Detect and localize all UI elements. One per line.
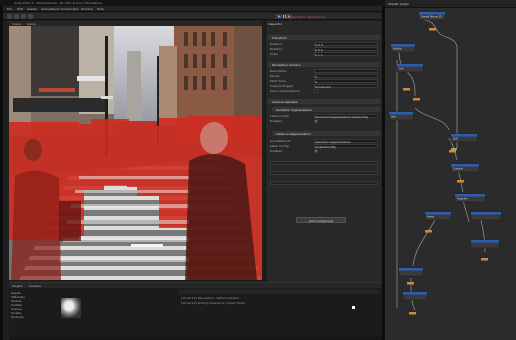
show-visualizations-checkbox[interactable] (314, 89, 318, 93)
node-graph-canvas[interactable]: Sample Texture 2D Multiply Add Lerp Spli… (385, 8, 516, 340)
row-instance-enabled: Enabled (270, 149, 380, 153)
graph-title: Shader Graph (388, 2, 409, 6)
menu-component[interactable]: Component (61, 7, 78, 11)
menu-assets[interactable]: Assets (27, 7, 37, 11)
row-divider-1 (270, 161, 380, 165)
menu-file[interactable]: File (7, 7, 12, 11)
row-capture-trigger: Capture Trigger Scheduled (270, 84, 380, 89)
enabled-checkbox[interactable] (314, 119, 318, 123)
node-multiply: Multiply (393, 48, 402, 51)
label-config-field[interactable]: SemanticSegmentationLabelConfig (314, 114, 378, 119)
bottom-panels: Project Console Assets Materials Models … (9, 282, 382, 340)
tree-item-textures[interactable]: Textures (11, 315, 51, 319)
inspector-panel: Inspector Transform Position 0 0 0 Rotati… (265, 21, 382, 291)
rotation-field[interactable]: 0 0 0 (314, 47, 378, 52)
section-transform[interactable]: Transform (268, 35, 380, 40)
row-description: Description (270, 69, 380, 73)
annotation-id-field[interactable]: semantic segmentation (314, 139, 378, 144)
row-rotation: Rotation 0 0 0 (270, 47, 380, 52)
node-split: Split (453, 138, 458, 141)
game-viewport[interactable] (9, 26, 262, 280)
period-field[interactable]: 0 (314, 74, 378, 79)
window-title: Unity 2021.3 - SampleScene - PC, Mac & L… (14, 1, 102, 5)
move-tool-icon[interactable] (14, 14, 19, 19)
tab-console[interactable]: Console (29, 284, 41, 288)
project-tree: Assets Materials Models Prefabs Scenes S… (11, 291, 51, 319)
section-semantic-segmentation[interactable]: Semantic Segmentation (272, 107, 380, 112)
row-show-visualizations: Show Visualizations (270, 89, 380, 93)
row-enabled: Enabled (270, 119, 380, 123)
menu-edit[interactable]: Edit (17, 7, 23, 11)
row-start-time: Start Time 0 (270, 79, 380, 84)
bottom-tabs: Project Console (9, 283, 382, 288)
node-combine: Combine (453, 168, 463, 171)
node-add: Add (399, 68, 404, 71)
section-perception-camera[interactable]: Perception Camera (268, 62, 380, 67)
id-label-config-field[interactable]: IdLabelConfig (314, 144, 378, 149)
menu-window[interactable]: Window (81, 7, 93, 11)
row-id-label-config: Label Config IdLabelConfig (270, 144, 380, 149)
node-lerp: Lerp (391, 116, 396, 119)
console-header (179, 289, 379, 294)
start-time-field[interactable]: 0 (314, 79, 378, 84)
add-component-button[interactable]: Add Component (296, 217, 346, 223)
scale-field[interactable]: 1 1 1 (314, 52, 378, 57)
shader-graph-window: Shader Graph Sample Texture 2D Multiply … (385, 0, 516, 340)
hand-tool-icon[interactable] (7, 14, 12, 19)
section-camera-labelers[interactable]: Camera Labelers (268, 99, 380, 104)
segmented-street-render (9, 26, 262, 280)
material-asset-thumbnail[interactable] (61, 298, 81, 318)
description-field[interactable] (314, 69, 378, 73)
tab-project[interactable]: Project (12, 284, 22, 288)
instance-enabled-checkbox[interactable] (314, 149, 318, 153)
menu-gameobject[interactable]: GameObject (41, 7, 60, 11)
menu-help[interactable]: Help (97, 7, 104, 11)
section-instance-segmentation[interactable]: Instance Segmentation (272, 131, 380, 136)
graph-header: Shader Graph (385, 0, 516, 8)
console-line[interactable]: [10:42:11] Perception: capture started (181, 296, 239, 300)
menu-bar: File Edit Assets GameObject Component Wi… (3, 6, 382, 12)
position-field[interactable]: 0 0 0 (314, 42, 378, 47)
node-fragment: Fragment (457, 198, 468, 201)
row-annotation-id: Annotation ID semantic segmentation (270, 139, 380, 144)
row-position: Position 0 0 0 (270, 42, 380, 47)
capture-trigger-dropdown[interactable]: Scheduled (314, 84, 378, 89)
unity-editor: File Edit Assets GameObject Component Wi… (3, 6, 382, 340)
row-divider-2 (270, 171, 380, 175)
tab-inspector[interactable]: Inspector (268, 22, 282, 26)
row-period: Period 0 (270, 74, 380, 79)
row-scale: Scale 1 1 1 (270, 52, 380, 57)
scale-tool-icon[interactable] (28, 14, 33, 19)
row-divider-3 (270, 181, 380, 185)
mouse-cursor (352, 306, 355, 309)
rotate-tool-icon[interactable] (21, 14, 26, 19)
play-mode-label: Segmentation (Perception) (285, 15, 326, 19)
node-vertex: Vertex (427, 216, 435, 219)
row-label-config: Label Config SemanticSegmentationLabelCon… (270, 114, 380, 119)
node-sample-texture: Sample Texture 2D (421, 16, 442, 19)
console-line[interactable]: [10:42:12] Writing dataset to output fol… (181, 301, 245, 305)
